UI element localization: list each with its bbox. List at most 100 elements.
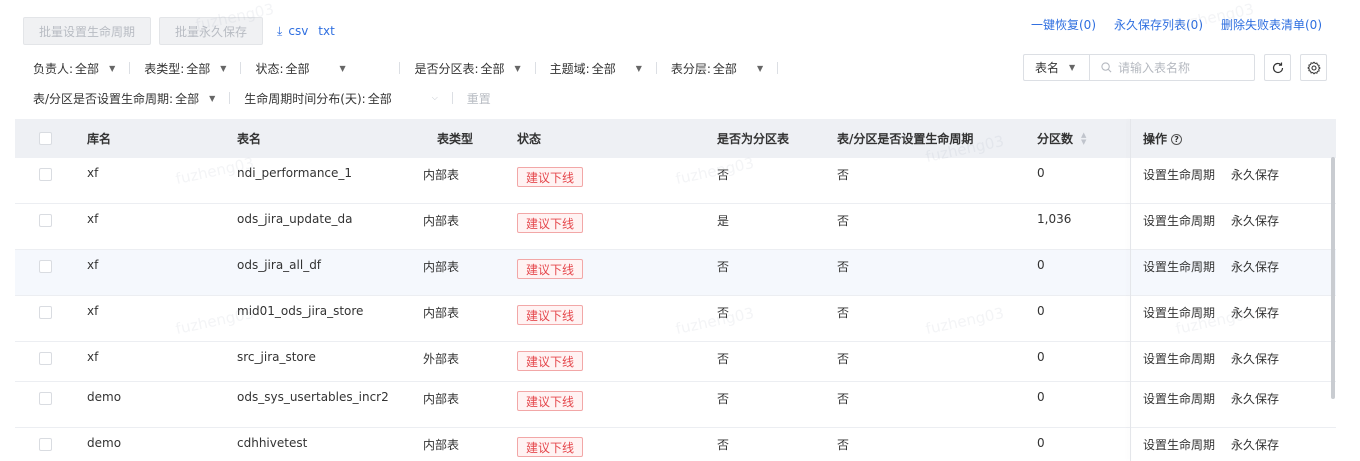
col-db: 库名: [87, 132, 112, 146]
filter-table-type[interactable]: 表类型: 全部 ▼: [144, 60, 226, 77]
permanent-save-link[interactable]: 永久保存: [1231, 436, 1279, 453]
table-name-link[interactable]: ndi_performance_1: [237, 166, 352, 180]
col-status: 状态: [517, 132, 542, 146]
table-header: 库名 表名 表类型 状态 是否为分区表 表/分区是否设置生命周期 分区数 ▲ ▼ …: [15, 119, 1336, 158]
col-lifecycle: 表/分区是否设置生命周期: [837, 132, 974, 146]
caret-down-icon: ▼: [1069, 63, 1076, 72]
caret-down-icon: ▼: [339, 63, 346, 73]
caret-down-icon: ▼: [109, 63, 116, 73]
filter-lifecycle-dist[interactable]: 生命周期时间分布(天): 全部 ⌵: [244, 90, 438, 107]
set-lifecycle-link[interactable]: 设置生命周期: [1143, 166, 1215, 183]
filter-status[interactable]: 状态: 全部 ▼: [255, 60, 385, 77]
reset-button[interactable]: 重置: [467, 90, 491, 107]
batch-lifecycle-button[interactable]: 批量设置生命周期: [23, 17, 152, 45]
status-badge: 建议下线: [517, 167, 584, 187]
status-badge: 建议下线: [517, 305, 584, 325]
row-checkbox[interactable]: [39, 168, 52, 181]
table-row: xf ndi_performance_1 内部表 建议下线 否 否 0 设置生命…: [15, 158, 1336, 204]
permanent-save-link[interactable]: 永久保存: [1231, 212, 1279, 229]
refresh-icon: [1272, 62, 1283, 73]
help-icon[interactable]: ?: [1171, 134, 1183, 145]
filter-layer[interactable]: 表分层: 全部 ▼: [671, 60, 763, 77]
vertical-scrollbar[interactable]: [1331, 157, 1335, 399]
chevron-down-icon: ⌵: [431, 93, 438, 102]
caret-down-icon: ▼: [756, 63, 764, 73]
table-name-link[interactable]: ods_sys_usertables_incr2: [237, 390, 389, 404]
permanent-save-link[interactable]: 永久保存: [1231, 390, 1279, 407]
table-row: xf mid01_ods_jira_store 内部表 建议下线 否 否 0 设…: [15, 296, 1336, 342]
sort-icon[interactable]: ▲ ▼: [1081, 132, 1086, 146]
restore-link[interactable]: 一键恢复(0): [1031, 16, 1096, 33]
permanent-save-link[interactable]: 永久保存: [1231, 304, 1279, 321]
filter-lifecycle-set[interactable]: 表/分区是否设置生命周期: 全部 ▼: [33, 90, 215, 107]
set-lifecycle-link[interactable]: 设置生命周期: [1143, 436, 1215, 453]
divider: [451, 92, 453, 104]
set-lifecycle-link[interactable]: 设置生命周期: [1143, 212, 1215, 229]
table-row: demo ods_sys_usertables_incr2 内部表 建议下线 否…: [15, 382, 1336, 428]
table-name-link[interactable]: ods_jira_all_df: [237, 258, 321, 272]
download-csv-link[interactable]: csv: [288, 24, 308, 38]
permanent-save-link[interactable]: 永久保存: [1231, 258, 1279, 275]
col-partitions[interactable]: 分区数: [1037, 130, 1073, 147]
search-field-select[interactable]: 表名 ▼: [1023, 54, 1089, 81]
filter-partitioned[interactable]: 是否分区表: 全部 ▼: [414, 60, 520, 77]
table-row: xf ods_jira_update_da 内部表 建议下线 是 否 1,036…: [15, 204, 1336, 250]
table-row: xf src_jira_store 外部表 建议下线 否 否 0 设置生命周期 …: [15, 342, 1336, 382]
set-lifecycle-link[interactable]: 设置生命周期: [1143, 350, 1215, 367]
download-txt-link[interactable]: txt: [318, 24, 335, 38]
top-links: 一键恢复(0) 永久保存列表(0) 删除失败表清单(0): [1031, 16, 1322, 33]
permanent-save-link[interactable]: 永久保存: [1231, 350, 1279, 367]
set-lifecycle-link[interactable]: 设置生命周期: [1143, 390, 1215, 407]
batch-permanent-button[interactable]: 批量永久保存: [159, 17, 264, 45]
caret-down-icon: ▼: [635, 63, 642, 73]
set-lifecycle-link[interactable]: 设置生命周期: [1143, 258, 1215, 275]
permanent-list-link[interactable]: 永久保存列表(0): [1114, 16, 1203, 33]
col-type: 表类型: [437, 132, 474, 146]
divider: [777, 62, 779, 74]
caret-down-icon: ▼: [220, 63, 227, 73]
row-checkbox[interactable]: [39, 214, 52, 227]
caret-down-icon: ▼: [209, 93, 216, 103]
divider: [399, 62, 401, 74]
set-lifecycle-link[interactable]: 设置生命周期: [1143, 304, 1215, 321]
table-name-link[interactable]: src_jira_store: [237, 350, 316, 364]
status-badge: 建议下线: [517, 213, 584, 233]
search-input[interactable]: [1118, 60, 1248, 75]
divider: [129, 62, 131, 74]
select-all-checkbox[interactable]: [39, 132, 52, 145]
table-row: demo cdhhivetest 内部表 建议下线 否 否 0 设置生命周期 永…: [15, 428, 1336, 461]
search-group: 表名 ▼: [1023, 54, 1255, 81]
filter-subject[interactable]: 主题域: 全部 ▼: [550, 60, 642, 77]
permanent-save-link[interactable]: 永久保存: [1231, 166, 1279, 183]
download-icon: ⤓: [277, 23, 283, 38]
search-box: [1089, 54, 1255, 81]
row-checkbox[interactable]: [39, 306, 52, 319]
toolbar: 批量设置生命周期 批量永久保存 ⤓ csv txt: [23, 17, 345, 45]
status-badge: 建议下线: [517, 437, 584, 457]
col-ops: 操作?: [1143, 130, 1183, 147]
status-badge: 建议下线: [517, 259, 584, 279]
table-row: xf ods_jira_all_df 内部表 建议下线 否 否 0 设置生命周期…: [15, 250, 1336, 296]
delete-failed-link[interactable]: 删除失败表清单(0): [1221, 16, 1322, 33]
column-settings-button[interactable]: [1300, 54, 1327, 81]
divider: [534, 62, 536, 74]
row-checkbox[interactable]: [39, 392, 52, 405]
filter-owner[interactable]: 负责人: 全部 ▼: [33, 60, 115, 77]
divider: [240, 62, 242, 74]
divider: [655, 62, 657, 74]
refresh-button[interactable]: [1264, 54, 1291, 81]
tables-table: 库名 表名 表类型 状态 是否为分区表 表/分区是否设置生命周期 分区数 ▲ ▼ …: [15, 119, 1336, 461]
col-partitioned: 是否为分区表: [717, 132, 790, 146]
row-checkbox[interactable]: [39, 352, 52, 365]
table-name-link[interactable]: cdhhivetest: [237, 436, 307, 450]
table-name-link[interactable]: mid01_ods_jira_store: [237, 304, 363, 318]
gear-icon: [1306, 60, 1321, 75]
row-checkbox[interactable]: [39, 438, 52, 451]
row-checkbox[interactable]: [39, 260, 52, 273]
divider: [229, 92, 231, 104]
table-name-link[interactable]: ods_jira_update_da: [237, 212, 352, 226]
col-table: 表名: [237, 132, 262, 146]
status-badge: 建议下线: [517, 391, 584, 411]
filter-row-1: 负责人: 全部 ▼ 表类型: 全部 ▼ 状态: 全部 ▼ 是否分区表: 全部 ▼ 主题域: 全部 ▼…: [33, 58, 792, 78]
fixed-column-divider: [1130, 119, 1131, 461]
